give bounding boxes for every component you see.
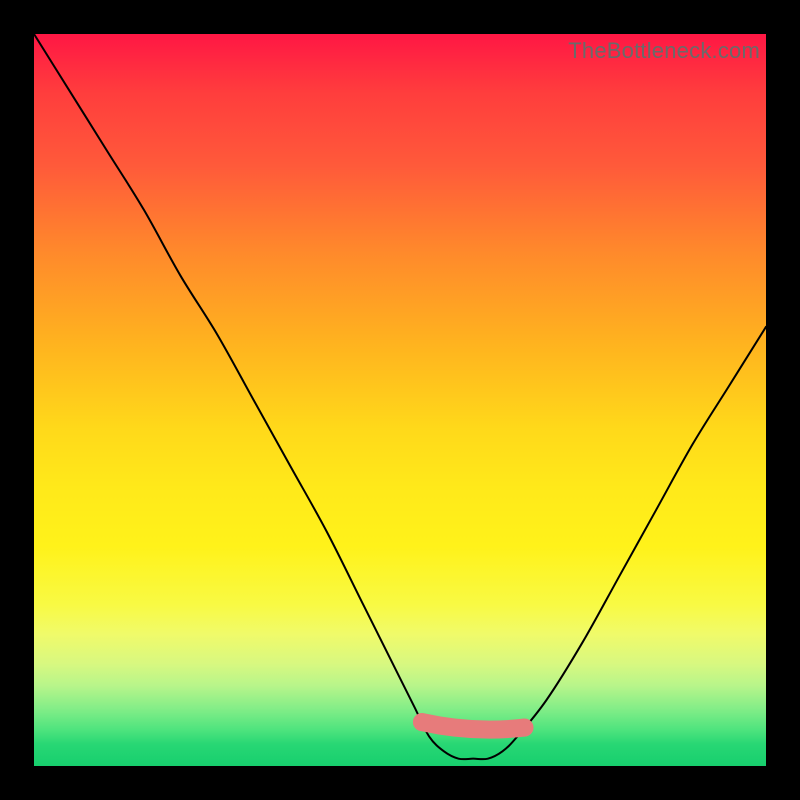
bottleneck-curve: [34, 34, 766, 766]
optimal-range-start-dot: [413, 713, 431, 731]
plot-area: TheBottleneck.com: [34, 34, 766, 766]
chart-frame: TheBottleneck.com: [0, 0, 800, 800]
curve-line: [34, 34, 766, 759]
optimal-range-end-dot: [515, 719, 533, 737]
optimal-range-band: [422, 722, 524, 730]
